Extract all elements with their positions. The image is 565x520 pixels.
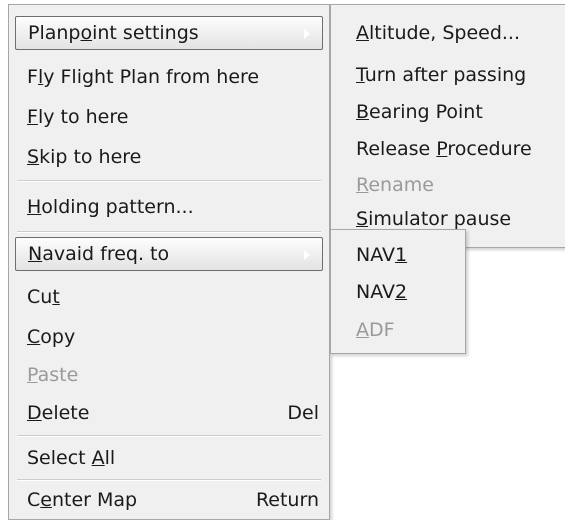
- menu-item-paste: Paste: [27, 364, 79, 386]
- menu-item-cut[interactable]: Cut: [15, 280, 323, 314]
- submenu-item-release-procedure[interactable]: Release Procedure: [331, 132, 565, 166]
- menu-item-center-map[interactable]: Center Map Return: [15, 483, 323, 517]
- menu-separator: [17, 479, 321, 481]
- menu-item-fly-flight-plan-from-here[interactable]: Fly Flight Plan from here: [15, 60, 323, 94]
- menu-separator: [17, 435, 321, 437]
- menu-item-copy[interactable]: Copy: [15, 320, 323, 354]
- submenu-arrow-icon: [304, 250, 310, 260]
- menu-item-fly-to-here[interactable]: Fly to here: [15, 100, 323, 134]
- submenu-item-rename: Rename: [356, 174, 434, 196]
- submenu-item-nav1[interactable]: NAV1: [331, 238, 465, 272]
- menu-item-holding-pattern[interactable]: Holding pattern...: [15, 190, 323, 224]
- menu-separator: [17, 180, 321, 182]
- menu-item-select-all[interactable]: Select All: [15, 441, 323, 475]
- submenu-item-turn-after-passing[interactable]: Turn after passing: [331, 58, 565, 92]
- shortcut-label: Return: [255, 489, 319, 511]
- menu-item-delete[interactable]: Delete Del: [15, 396, 323, 430]
- submenu-item-adf: ADF: [356, 319, 395, 341]
- shortcut-label: Del: [287, 402, 319, 424]
- menu-separator: [17, 231, 321, 233]
- submenu-item-nav2[interactable]: NAV2: [331, 275, 465, 309]
- navaid-freq-submenu: NAV1 NAV2 ADF: [330, 229, 466, 354]
- planpoint-settings-submenu: Altitude, Speed... Turn after passing Be…: [330, 4, 565, 248]
- context-menu: Planpoint settings Fly Flight Plan from …: [8, 4, 330, 520]
- menu-item-navaid-freq-to[interactable]: Navaid freq. to: [15, 237, 323, 271]
- submenu-item-bearing-point[interactable]: Bearing Point: [331, 95, 565, 129]
- menu-item-planpoint-settings[interactable]: Planpoint settings: [15, 16, 323, 50]
- submenu-arrow-icon: [304, 29, 310, 39]
- menu-item-skip-to-here[interactable]: Skip to here: [15, 140, 323, 174]
- submenu-item-altitude-speed[interactable]: Altitude, Speed...: [331, 16, 565, 50]
